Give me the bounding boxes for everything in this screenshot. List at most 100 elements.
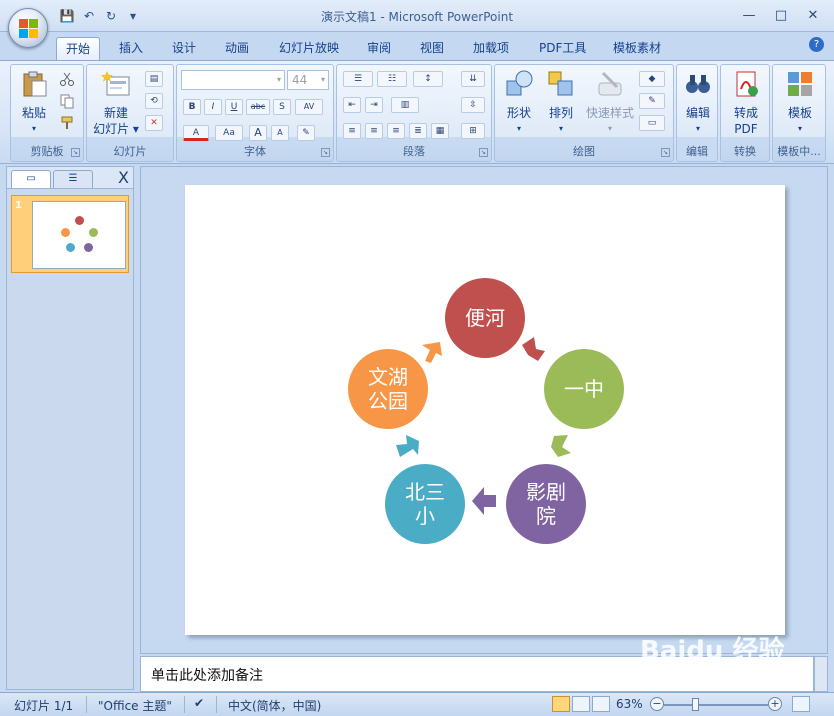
tab-slides-thumbnail[interactable]: ▭ xyxy=(11,170,51,188)
clear-format-icon[interactable]: ✎ xyxy=(297,125,315,141)
arrow-icon xyxy=(522,337,545,361)
line-spacing-icon[interactable]: ↕ xyxy=(413,71,443,87)
quick-styles-button[interactable]: 快速样式 ▾ xyxy=(583,69,637,137)
slides-group: 新建 幻灯片 ▾ ▤ ⟲ ✕ 幻灯片 xyxy=(86,64,174,162)
diagram-node[interactable]: 北三小 xyxy=(385,464,465,544)
new-slide-button[interactable]: 新建 幻灯片 ▾ xyxy=(91,69,141,137)
numbering-icon[interactable]: ☷ xyxy=(377,71,407,87)
underline-button[interactable]: U xyxy=(225,99,243,115)
tab-home[interactable]: 开始 xyxy=(56,37,101,60)
strikethrough-button[interactable]: abc xyxy=(246,99,270,115)
copy-icon[interactable] xyxy=(59,93,75,109)
zoom-in-button[interactable]: + xyxy=(768,697,782,711)
zoom-out-button[interactable]: − xyxy=(650,697,664,711)
text-direction-icon[interactable]: ⇊ xyxy=(461,71,485,87)
tab-pdf-tools[interactable]: PDF工具 xyxy=(530,37,595,60)
align-right-icon[interactable]: ≡ xyxy=(387,123,405,139)
paragraph-launcher-icon[interactable]: ↘ xyxy=(479,148,488,157)
ribbon-tabs: 开始 插入 设计 动画 幻灯片放映 审阅 视图 加载项 PDF工具 模板素材 xyxy=(0,32,834,60)
slide-sorter-button[interactable] xyxy=(572,696,590,712)
change-case-button[interactable]: Aa xyxy=(215,125,243,141)
arrange-button[interactable]: 排列 ▾ xyxy=(541,69,581,137)
minimize-button[interactable]: — xyxy=(734,6,764,26)
cut-icon[interactable] xyxy=(59,71,75,87)
increase-indent-icon[interactable]: ⇥ xyxy=(365,97,383,113)
format-painter-icon[interactable] xyxy=(59,115,75,131)
align-left-icon[interactable]: ≡ xyxy=(343,123,361,139)
quick-styles-icon xyxy=(598,71,622,96)
template-group: 模板 ▾ 模板中... xyxy=(772,64,826,162)
justify-icon[interactable]: ≣ xyxy=(409,123,427,139)
template-icon xyxy=(788,72,812,96)
text-shadow-button[interactable]: S xyxy=(273,99,291,115)
diagram-node[interactable]: 便河 xyxy=(445,278,525,358)
spellcheck-icon[interactable]: ✔ xyxy=(194,696,204,710)
tab-review[interactable]: 审阅 xyxy=(358,37,400,60)
clipboard-launcher-icon[interactable]: ↘ xyxy=(71,148,80,157)
font-launcher-icon[interactable]: ↘ xyxy=(321,148,330,157)
distribute-icon[interactable]: ▦ xyxy=(431,123,449,139)
decrease-indent-icon[interactable]: ⇤ xyxy=(343,97,361,113)
slide-canvas[interactable]: 便河 一中 影剧院 北三小 文湖公园 xyxy=(185,185,785,635)
font-name-combo[interactable]: ▾ xyxy=(181,70,285,90)
arrow-icon xyxy=(551,435,571,457)
notes-scrollbar[interactable] xyxy=(814,656,828,692)
office-button[interactable] xyxy=(8,8,48,48)
slide-thumbnail[interactable]: 1 xyxy=(11,195,129,273)
convert-pdf-button[interactable]: 转成 PDF xyxy=(725,69,767,137)
drawing-launcher-icon[interactable]: ↘ xyxy=(661,148,670,157)
delete-slide-icon[interactable]: ✕ xyxy=(145,115,163,131)
template-button[interactable]: 模板 ▾ xyxy=(779,69,821,137)
shape-outline-icon[interactable]: ✎ xyxy=(639,93,665,109)
paste-button[interactable]: 粘贴 ▾ xyxy=(17,69,51,137)
tab-template-material[interactable]: 模板素材 xyxy=(604,37,670,60)
tab-insert[interactable]: 插入 xyxy=(110,37,152,60)
diagram-node[interactable]: 一中 xyxy=(544,349,624,429)
tab-addins[interactable]: 加载项 xyxy=(464,37,518,60)
font-color-button[interactable]: A xyxy=(183,125,209,141)
layout-icon[interactable]: ▤ xyxy=(145,71,163,87)
diagram-node[interactable]: 文湖公园 xyxy=(348,349,428,429)
close-button[interactable]: ✕ xyxy=(798,6,828,26)
paste-icon xyxy=(23,71,47,97)
slideshow-view-button[interactable] xyxy=(592,696,610,712)
binoculars-icon xyxy=(686,75,710,93)
grow-font-button[interactable]: A xyxy=(249,125,267,141)
shape-fill-icon[interactable]: ◆ xyxy=(639,71,665,87)
shapes-button[interactable]: 形状 ▾ xyxy=(499,69,539,137)
notes-placeholder: 单击此处添加备注 xyxy=(151,668,263,684)
theme-name: "Office 主题" xyxy=(98,699,172,713)
convert-group: 转成 PDF 转换 xyxy=(720,64,770,162)
zoom-slider-thumb[interactable] xyxy=(692,698,699,711)
language[interactable]: 中文(简体，中国) xyxy=(228,697,321,714)
normal-view-button[interactable] xyxy=(552,696,570,712)
fit-to-window-button[interactable] xyxy=(792,696,810,712)
reset-slide-icon[interactable]: ⟲ xyxy=(145,93,163,109)
tab-outline[interactable]: ☰ xyxy=(53,170,93,188)
smartart-convert-icon[interactable]: ⊞ xyxy=(461,123,485,139)
diagram-node[interactable]: 影剧院 xyxy=(506,464,586,544)
zoom-slider-track[interactable] xyxy=(664,704,768,706)
zoom-level[interactable]: 63% xyxy=(616,697,643,711)
help-icon[interactable]: ? xyxy=(809,37,824,52)
tab-slideshow[interactable]: 幻灯片放映 xyxy=(270,37,348,60)
shape-effects-icon[interactable]: ▭ xyxy=(639,115,665,131)
bold-button[interactable]: B xyxy=(183,99,201,115)
char-spacing-button[interactable]: AV xyxy=(295,99,323,115)
italic-button[interactable]: I xyxy=(204,99,222,115)
tab-animation[interactable]: 动画 xyxy=(216,37,258,60)
align-text-icon[interactable]: ⇳ xyxy=(461,97,485,113)
arrow-icon xyxy=(472,487,496,515)
bullets-icon[interactable]: ☰ xyxy=(343,71,373,87)
align-center-icon[interactable]: ≡ xyxy=(365,123,383,139)
close-pane-button[interactable]: X xyxy=(118,168,129,187)
clipboard-group: 粘贴 ▾ 剪贴板 ↘ xyxy=(10,64,84,162)
font-size-combo[interactable]: 44 ▾ xyxy=(287,70,329,90)
shapes-icon xyxy=(506,70,533,96)
tab-design[interactable]: 设计 xyxy=(163,37,205,60)
edit-button[interactable]: 编辑 ▾ xyxy=(679,69,717,137)
columns-icon[interactable]: ▥ xyxy=(391,97,419,113)
tab-view[interactable]: 视图 xyxy=(411,37,453,60)
shrink-font-button[interactable]: A xyxy=(271,125,289,141)
maximize-button[interactable]: □ xyxy=(766,6,796,26)
